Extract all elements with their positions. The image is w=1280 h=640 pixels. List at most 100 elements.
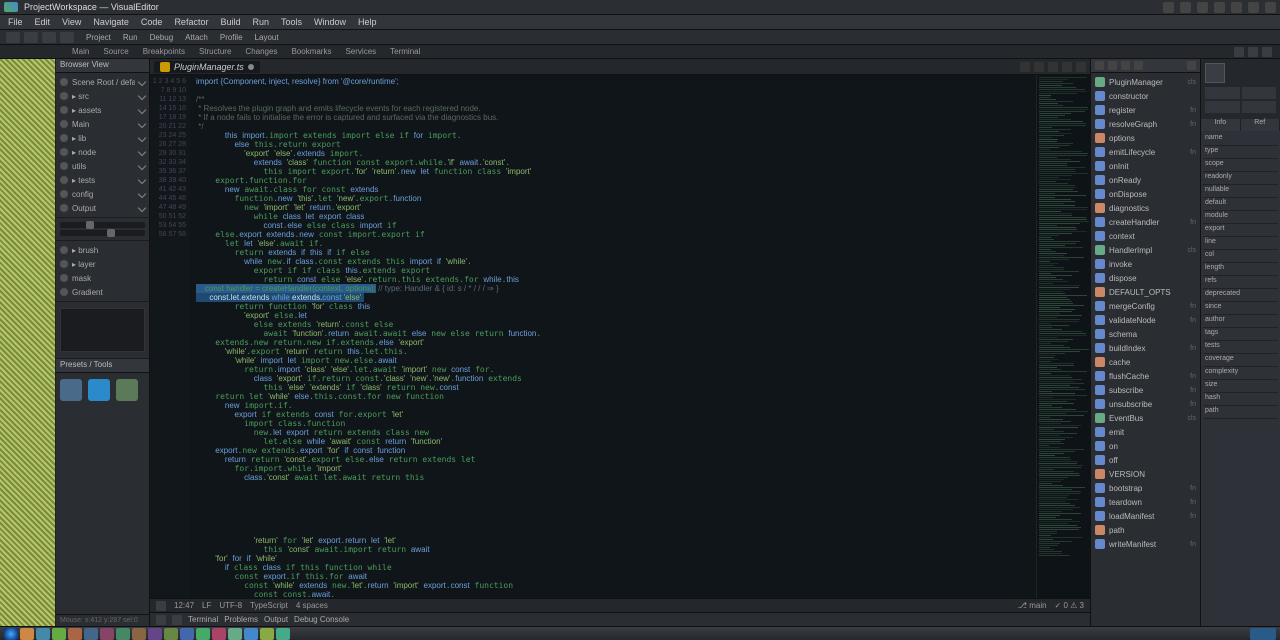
tab-prev-icon[interactable] [1020,62,1030,72]
taskbar-app-icon[interactable] [36,628,50,640]
toolbar-label-layout[interactable]: Layout [255,33,279,42]
taskbar-app-icon[interactable] [164,628,178,640]
system-tray[interactable] [1250,628,1276,640]
taskbar-app-icon[interactable] [180,628,194,640]
tab-next-icon[interactable] [1034,62,1044,72]
property-row[interactable]: path [1203,406,1278,419]
prop-cell[interactable] [1205,101,1240,113]
outline-item[interactable]: writeManifestfn [1091,537,1200,551]
layer-item[interactable]: ▸ layer [60,257,145,271]
layer-item[interactable]: ▸ brush [60,243,145,257]
subtab-breakpoints[interactable]: Breakpoints [143,47,185,56]
outline-item[interactable]: createHandlerfn [1091,215,1200,229]
tool-shape-icon[interactable] [88,379,110,401]
color-swatch[interactable] [1205,63,1225,83]
outline-sort-icon[interactable] [1095,61,1104,70]
taskbar-app-icon[interactable] [20,628,34,640]
outline-item[interactable]: onReady [1091,173,1200,187]
split-editor-icon[interactable] [1234,47,1244,57]
subtab-terminal[interactable]: Terminal [390,47,420,56]
outline-item[interactable]: unsubscribefn [1091,397,1200,411]
panel-tab-debug[interactable]: Debug Console [294,615,349,624]
tree-item[interactable]: Scene Root / default [60,75,145,89]
property-row[interactable]: size [1203,380,1278,393]
toolbar-open-icon[interactable] [6,32,20,43]
subtab-changes[interactable]: Changes [245,47,277,56]
taskbar-app-icon[interactable] [276,628,290,640]
panel-tab-output[interactable]: Output [264,615,288,624]
taskbar-app-icon[interactable] [132,628,146,640]
editor-tab-active[interactable]: PluginManager.ts [154,61,260,73]
close-icon[interactable] [1265,2,1276,13]
outline-item[interactable]: mergeConfigfn [1091,299,1200,313]
layer-item[interactable]: mask [60,271,145,285]
tree-item[interactable]: config [60,187,145,201]
menu-build[interactable]: Build [220,17,240,27]
toolbar-redo-icon[interactable] [60,32,74,43]
toolbar-undo-icon[interactable] [42,32,56,43]
menu-navigate[interactable]: Navigate [93,17,129,27]
prop-cell[interactable] [1205,87,1240,99]
prop-cell[interactable] [1242,101,1277,113]
code-editor[interactable]: 1 2 3 4 5 6 7 8 9 10 11 12 13 14 15 16 1… [150,75,1090,598]
outline-collapse-icon[interactable] [1121,61,1130,70]
outline-item[interactable]: constructor [1091,89,1200,103]
props-tab-ref[interactable]: Ref [1241,119,1280,131]
tree-item[interactable]: utils [60,159,145,173]
outline-item[interactable]: diagnostics [1091,201,1200,215]
outline-item[interactable]: teardownfn [1091,495,1200,509]
outline-item[interactable]: off [1091,453,1200,467]
size-slider[interactable] [60,230,145,236]
panel-tab-problems[interactable]: Problems [224,615,258,624]
gear-icon[interactable] [1262,47,1272,57]
subtab-services[interactable]: Services [345,47,376,56]
toolbar-label-debug[interactable]: Debug [150,33,174,42]
outline-item[interactable]: context [1091,229,1200,243]
start-button-icon[interactable] [4,628,18,640]
outline-item[interactable]: bootstrapfn [1091,481,1200,495]
outline-filter-icon[interactable] [1108,61,1117,70]
status-encoding[interactable]: UTF-8 [219,601,242,610]
menu-refactor[interactable]: Refactor [174,17,208,27]
panel-expand-icon[interactable] [172,615,182,625]
menu-code[interactable]: Code [141,17,163,27]
expand-icon[interactable] [1248,47,1258,57]
toolbar-label-profile[interactable]: Profile [220,33,243,42]
menu-view[interactable]: View [62,17,81,27]
project-tree[interactable]: Scene Root / default ▸ src ▸ assets Main… [56,73,149,218]
outline-item[interactable]: onDispose [1091,187,1200,201]
settings-icon[interactable] [1214,2,1225,13]
menu-run[interactable]: Run [252,17,269,27]
outline-settings-icon[interactable] [1187,61,1196,70]
status-indent[interactable]: 4 spaces [296,601,328,610]
outline-item[interactable]: validateNodefn [1091,313,1200,327]
taskbar-app-icon[interactable] [196,628,210,640]
subtab-bookmarks[interactable]: Bookmarks [291,47,331,56]
outline-item[interactable]: cache [1091,355,1200,369]
outline-item[interactable]: resolveGraphfn [1091,117,1200,131]
taskbar-app-icon[interactable] [100,628,114,640]
opacity-slider[interactable] [60,222,145,228]
status-problems[interactable]: ✓ 0 ⚠ 3 [1055,601,1084,610]
outline-item[interactable]: options [1091,131,1200,145]
prop-cell[interactable] [1242,87,1277,99]
notifications-icon[interactable] [1197,2,1208,13]
property-row[interactable]: length [1203,263,1278,276]
property-row[interactable]: tests [1203,341,1278,354]
status-branch[interactable]: ⎇ main [1018,601,1047,610]
property-row[interactable]: type [1203,146,1278,159]
tree-item[interactable]: ▸ src [60,89,145,103]
minimize-icon[interactable] [1231,2,1242,13]
property-row[interactable]: refs [1203,276,1278,289]
outline-item[interactable]: flushCachefn [1091,369,1200,383]
tool-fill-icon[interactable] [116,379,138,401]
tree-item[interactable]: Main [60,117,145,131]
outline-item[interactable]: registerfn [1091,103,1200,117]
panel-toggle-icon[interactable] [156,615,166,625]
property-row[interactable]: module [1203,211,1278,224]
toolbar-label-run[interactable]: Run [123,33,138,42]
taskbar-app-icon[interactable] [244,628,258,640]
taskbar-app-icon[interactable] [84,628,98,640]
outline-item[interactable]: PluginManagercls [1091,75,1200,89]
taskbar-app-icon[interactable] [52,628,66,640]
